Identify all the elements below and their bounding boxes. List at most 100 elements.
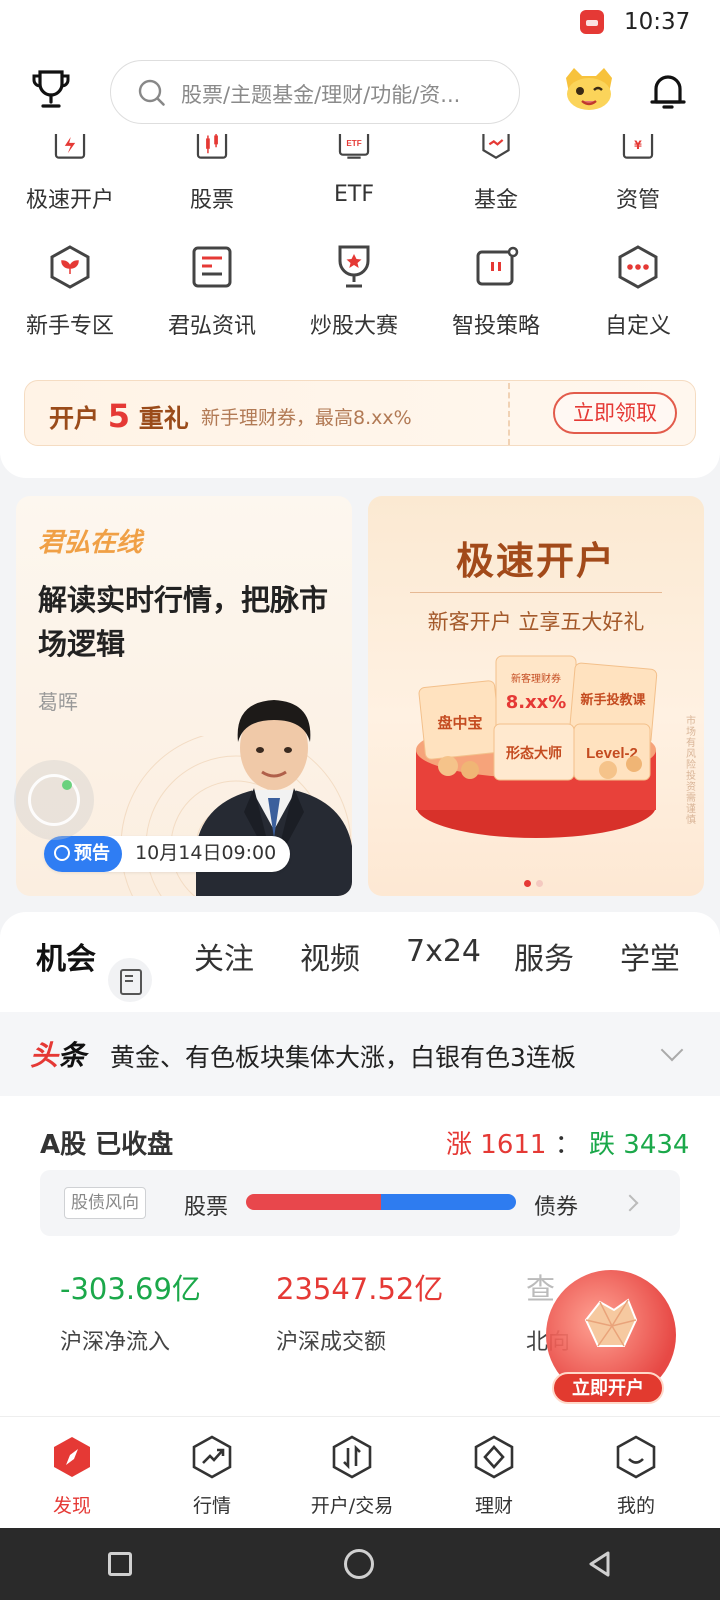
- svg-text:8.xx%: 8.xx%: [506, 692, 567, 713]
- nav-label: 发现: [52, 1495, 91, 1517]
- tab-opportunity[interactable]: 机会: [36, 934, 96, 978]
- advance-count: 1611: [480, 1130, 547, 1160]
- account-open-banner[interactable]: 极速开户 新客开户 立享五大好礼 盘中宝 新客理财券 8.xx% 新手投教课 形…: [368, 496, 704, 896]
- news-list-icon[interactable]: [108, 958, 152, 1002]
- nav-label: 理财: [474, 1495, 513, 1517]
- nav-profile[interactable]: 我的: [576, 1435, 696, 1518]
- status-time: 10:37: [624, 9, 691, 35]
- gift-box-illustration: 盘中宝 新客理财券 8.xx% 新手投教课 形态大师 Level-2: [416, 655, 658, 838]
- back-icon[interactable]: [586, 1550, 614, 1578]
- banner-title: 极速开户: [455, 539, 616, 583]
- schedule-notice: 预告 10月14日09:00: [44, 836, 291, 872]
- stat-net-inflow: -303.69亿 沪深净流入: [60, 1266, 201, 1356]
- nav-label: 行情: [192, 1495, 231, 1517]
- nav-wealth[interactable]: 理财: [434, 1435, 554, 1518]
- floating-assist-ball[interactable]: [14, 760, 94, 840]
- headline-ticker[interactable]: 头条 黄金、有色板块集体大涨，白银有色3连板: [0, 1012, 720, 1096]
- home-icon[interactable]: [344, 1549, 374, 1579]
- flow-chip: 股债风向: [64, 1187, 146, 1219]
- nav-market[interactable]: 行情: [152, 1435, 272, 1518]
- gift-card-1: 盘中宝: [418, 680, 502, 760]
- chevron-right-icon: [621, 1194, 639, 1212]
- grid-item-news[interactable]: 君弘资讯: [150, 244, 274, 340]
- grid-item-stock[interactable]: 股票: [150, 134, 274, 214]
- notice-time: 10月14日09:00: [135, 842, 277, 864]
- etf-icon: ETF: [338, 134, 370, 159]
- contest-trophy-icon: [338, 245, 370, 288]
- tab-academy[interactable]: 学堂: [620, 934, 680, 978]
- market-trend-icon: [192, 1435, 232, 1479]
- mascot-avatar-icon[interactable]: [560, 64, 618, 114]
- strategy-icon: [476, 246, 519, 286]
- grid-label: 炒股大赛: [309, 314, 398, 339]
- chevron-down-icon[interactable]: [660, 1038, 684, 1062]
- nav-trade[interactable]: 开户/交易: [292, 1435, 412, 1518]
- ox-gem-icon: [584, 1298, 638, 1347]
- carousel-dot: [536, 880, 543, 887]
- grid-label: 新手专区: [25, 314, 114, 339]
- grid-label: 基金: [473, 188, 518, 213]
- grid-label: 资管: [615, 188, 660, 213]
- nav-label: 开户/交易: [310, 1495, 394, 1517]
- app-header: 股票/主题基金/理财/功能/资...: [0, 46, 720, 134]
- custom-dots-icon: [618, 245, 658, 289]
- floating-open-account[interactable]: 立即开户: [546, 1270, 676, 1404]
- grid-item-fund[interactable]: 基金: [434, 134, 558, 214]
- nav-discover[interactable]: 发现: [12, 1435, 132, 1518]
- trade-exchange-icon: [332, 1435, 372, 1479]
- grid-item-contest[interactable]: 炒股大赛: [292, 244, 416, 340]
- live-brand: 君弘在线: [38, 528, 143, 558]
- notification-bell-icon[interactable]: [648, 70, 688, 112]
- fund-icon: [482, 134, 510, 159]
- bottom-navigation: 发现 行情 开户/交易 理财 我的: [0, 1416, 720, 1528]
- clock-icon: [54, 845, 70, 861]
- open-account-now-button[interactable]: 立即开户: [552, 1372, 664, 1404]
- grid-item-custom[interactable]: 自定义: [576, 244, 700, 340]
- stock-bond-flow[interactable]: 股债风向 股票 债券: [40, 1170, 680, 1236]
- headline-tag: 头条: [30, 1039, 87, 1072]
- search-placeholder: 股票/主题基金/理财/功能/资...: [181, 83, 461, 107]
- grid-item-strategy[interactable]: 智投策略: [434, 244, 558, 340]
- trophy-icon[interactable]: [30, 68, 72, 110]
- promo-title: 开户 5 重礼: [49, 397, 189, 435]
- gift-card-label: 形态大师: [506, 745, 562, 762]
- quick-access-panel: 极速开户 股票 ETF ETF 基金 ¥ 资管 新手专区 君弘资讯 炒股大赛 智…: [0, 134, 720, 478]
- headline-text: 黄金、有色板块集体大涨，白银有色3连板: [110, 1043, 576, 1072]
- news-doc-icon: [192, 246, 232, 288]
- promo-divider: [508, 383, 510, 445]
- stock-candle-icon: [196, 134, 228, 159]
- gift-card-4: 形态大师: [493, 723, 575, 781]
- flow-stock-label: 股票: [184, 1195, 229, 1220]
- discover-compass-icon: [54, 1437, 90, 1477]
- stat-value: 23547.52亿: [276, 1272, 444, 1306]
- grid-item-account-open[interactable]: 极速开户: [8, 134, 132, 214]
- tab-follow[interactable]: 关注: [194, 934, 254, 978]
- search-icon: [138, 79, 165, 106]
- carousel-dot-active: [524, 880, 531, 887]
- market-status-title: A股 已收盘: [40, 1130, 174, 1160]
- tab-video[interactable]: 视频: [300, 934, 360, 978]
- grid-item-newbie[interactable]: 新手专区: [8, 244, 132, 340]
- account-gift-promo[interactable]: 开户 5 重礼 新手理财券，最高8.xx% 立即领取: [24, 380, 696, 446]
- stat-label: 沪深净流入: [60, 1330, 171, 1355]
- grid-item-etf[interactable]: ETF ETF: [292, 134, 416, 207]
- status-bar: 10:37: [0, 0, 720, 46]
- claim-now-button[interactable]: 立即领取: [553, 392, 677, 434]
- flow-bar-bond: [381, 1194, 516, 1210]
- nav-label: 我的: [616, 1495, 655, 1517]
- grid-item-asset-mgmt[interactable]: ¥ 资管: [576, 134, 700, 214]
- grid-label: 自定义: [604, 314, 671, 339]
- tab-service[interactable]: 服务: [514, 934, 574, 978]
- svg-text:¥: ¥: [634, 139, 642, 152]
- tab-7x24[interactable]: 7x24: [406, 934, 481, 969]
- search-input[interactable]: 股票/主题基金/理财/功能/资...: [110, 60, 520, 124]
- recent-apps-icon[interactable]: [108, 1552, 132, 1576]
- grid-label: 智投策略: [451, 314, 540, 339]
- profile-smile-icon: [616, 1435, 656, 1479]
- svg-text:ETF: ETF: [346, 139, 361, 148]
- app-notification-icon: [580, 10, 604, 34]
- assist-ring: [28, 774, 80, 826]
- gift-card-label: 新手投教课: [580, 692, 646, 708]
- banner-divider: [410, 592, 662, 593]
- newbie-icon: [50, 245, 90, 289]
